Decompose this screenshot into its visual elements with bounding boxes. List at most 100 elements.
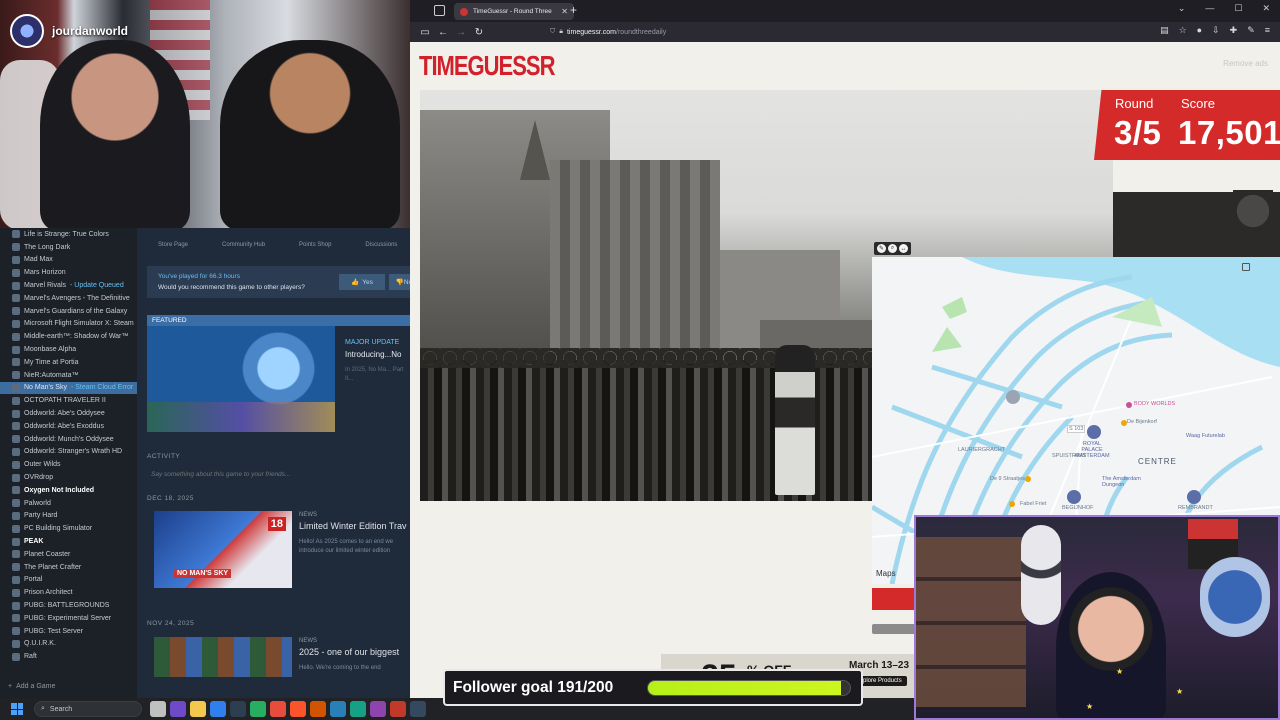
library-item[interactable]: Marvel's Guardians of the Galaxy [0, 305, 137, 318]
timeguessr-logo[interactable]: TIMEGUESSR [419, 50, 555, 83]
library-item[interactable]: PUBG: Experimental Server [0, 612, 137, 625]
minimize-icon[interactable]: — [1205, 3, 1214, 14]
library-item[interactable]: Oxygen Not Included [0, 484, 137, 497]
game-icon [12, 499, 20, 508]
follower-goal-bar [647, 680, 851, 696]
map-label: The Amsterdam Dungeon [1102, 476, 1141, 488]
library-item[interactable]: Planet Coaster [0, 548, 137, 561]
chrome-icon[interactable] [310, 701, 326, 717]
library-item[interactable]: Oddworld: Abe's Exoddus [0, 420, 137, 433]
news-title[interactable]: 2025 - one of our biggest [299, 647, 399, 657]
download-icon[interactable]: ⇩ [1212, 25, 1220, 36]
xbox-icon[interactable] [250, 701, 266, 717]
featured-image[interactable] [147, 326, 335, 432]
search-icon: ⌕ [41, 705, 45, 712]
app-icon[interactable] [370, 701, 386, 717]
library-item-label: The Planet Crafter [24, 563, 82, 571]
library-item[interactable]: Portal [0, 574, 137, 587]
extension-icon[interactable]: ✎ [1247, 25, 1255, 36]
library-item[interactable]: PEAK [0, 535, 137, 548]
edge-icon[interactable] [210, 701, 226, 717]
library-item[interactable]: Microsoft Flight Simulator X: Steam [0, 318, 137, 331]
steam-icon[interactable] [230, 701, 246, 717]
news-image[interactable] [154, 637, 292, 677]
task-view-icon[interactable] [150, 701, 166, 717]
library-item[interactable]: Oddworld: Abe's Oddysee [0, 407, 137, 420]
library-item[interactable]: Life is Strange: True Colors [0, 228, 137, 241]
library-item[interactable]: OCTOPATH TRAVELER II [0, 394, 137, 407]
firefox-icon[interactable] [270, 701, 286, 717]
library-item[interactable]: OVRdrop [0, 471, 137, 484]
chevron-down-icon[interactable]: ⌄ [1178, 3, 1186, 14]
library-item[interactable]: Moonbase Alpha [0, 343, 137, 356]
app-icon[interactable] [390, 701, 406, 717]
map-fullscreen-icon[interactable] [1242, 263, 1250, 271]
new-tab-icon[interactable]: + [570, 3, 577, 17]
library-item[interactable]: Mars Horizon [0, 266, 137, 279]
library-item[interactable]: NieR:Automata™ [0, 369, 137, 382]
activity-input[interactable] [147, 465, 410, 483]
library-item[interactable]: The Long Dark [0, 241, 137, 254]
back-icon[interactable]: ← [434, 27, 452, 38]
library-item[interactable]: Q.U.I.R.K. [0, 638, 137, 651]
library-item[interactable]: Outer Wilds [0, 458, 137, 471]
copilot-icon[interactable] [170, 701, 186, 717]
featured-title[interactable]: Introducing...No [345, 350, 401, 359]
library-item[interactable]: No Man's Sky - Steam Cloud Error [0, 381, 137, 395]
tab-overview-icon[interactable] [434, 5, 445, 16]
account-icon[interactable]: ● [1197, 25, 1202, 36]
recommend-no-button[interactable]: 👎 No [389, 274, 410, 290]
tab-discussions[interactable]: Discussions [365, 242, 397, 248]
game-icon [12, 652, 20, 661]
library-item[interactable]: My Time at Portia [0, 356, 137, 369]
library-item-label: PEAK [24, 538, 44, 546]
brave-icon[interactable] [290, 701, 306, 717]
file-explorer-icon[interactable] [190, 701, 206, 717]
zoom-tool-icon[interactable]: ⌕ [888, 244, 897, 253]
library-item[interactable]: Middle-earth™: Shadow of War™ [0, 330, 137, 343]
pin-tool-icon[interactable]: ✎ [877, 244, 886, 253]
reader-icon[interactable]: ▤ [1160, 25, 1169, 36]
game-icon [12, 563, 20, 572]
close-tab-icon[interactable]: ✕ [561, 7, 568, 16]
news-image[interactable]: NO MAN'S SKY 18 [154, 511, 292, 588]
library-item[interactable]: Marvel Rivals - Update Queued [0, 279, 137, 292]
tab-store-page[interactable]: Store Page [158, 242, 188, 248]
expand-tool-icon[interactable]: ↔ [899, 244, 908, 253]
news-title[interactable]: Limited Winter Edition Trav [299, 521, 407, 531]
library-item[interactable]: Oddworld: Stranger's Wrath HD [0, 446, 137, 459]
add-game-button[interactable]: + Add a Game [8, 683, 55, 690]
bookmark-star-icon[interactable]: ☆ [1179, 25, 1187, 36]
library-item[interactable]: PC Building Simulator [0, 522, 137, 535]
tab-community-hub[interactable]: Community Hub [222, 242, 265, 248]
menu-icon[interactable]: ≡ [1265, 25, 1270, 36]
app-icon[interactable] [330, 701, 346, 717]
app-icon[interactable] [410, 701, 426, 717]
library-item[interactable]: Raft [0, 650, 137, 663]
reload-icon[interactable]: ↻ [470, 27, 488, 38]
library-item[interactable]: Prison Architect [0, 586, 137, 599]
library-item[interactable]: Party Hard [0, 510, 137, 523]
sidebar-icon[interactable]: ▭ [416, 27, 434, 38]
library-item[interactable]: Oddworld: Munch's Oddysee [0, 433, 137, 446]
forward-icon[interactable]: → [452, 27, 470, 38]
library-item[interactable]: PUBG: Test Server [0, 625, 137, 638]
extensions-icon[interactable]: ✚ [1230, 25, 1238, 36]
library-item[interactable]: Marvel's Avengers - The Definitive [0, 292, 137, 305]
remove-ads-link[interactable]: Remove ads [1223, 59, 1268, 68]
tab-timeguessr[interactable]: TimeGuessr - Round Three ✕ [454, 3, 574, 20]
maximize-icon[interactable]: ☐ [1234, 3, 1242, 14]
streamer-badge: jourdanworld [10, 14, 128, 48]
recommend-yes-button[interactable]: 👍 Yes [339, 274, 385, 290]
library-item[interactable]: The Planet Crafter [0, 561, 137, 574]
windows-start-icon[interactable] [8, 700, 26, 718]
library-item[interactable]: Mad Max [0, 254, 137, 267]
close-window-icon[interactable]: ✕ [1262, 3, 1270, 14]
taskbar-search[interactable]: ⌕ Search [34, 701, 142, 717]
library-item[interactable]: PUBG: BATTLEGROUNDS [0, 599, 137, 612]
app-icon[interactable] [350, 701, 366, 717]
library-item[interactable]: Palworld [0, 497, 137, 510]
url-bar[interactable]: ⛉ 🔒︎ timeguessr.com/roundthreedaily [550, 25, 1110, 39]
map-label: LAURIERGRACHT [958, 447, 1006, 453]
tab-points-shop[interactable]: Points Shop [299, 242, 331, 248]
